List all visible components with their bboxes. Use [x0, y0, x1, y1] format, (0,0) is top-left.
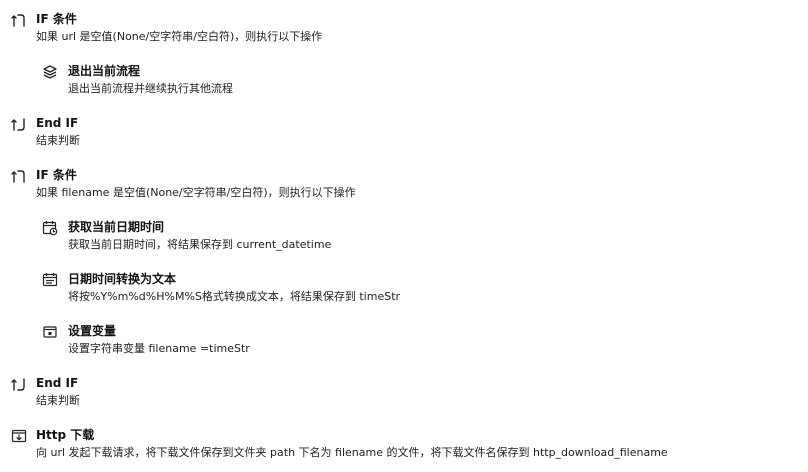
- variable-box-icon: [42, 324, 58, 340]
- step-title: End IF: [36, 376, 79, 390]
- layers-exit-icon: [42, 64, 58, 80]
- step-description: 获取当前日期时间，将结果保存到 current_datetime: [68, 238, 332, 251]
- step-title: IF 条件: [36, 168, 77, 182]
- step-description: 结束判断: [36, 394, 80, 407]
- download-icon: [11, 428, 27, 444]
- step-title: 设置变量: [68, 324, 117, 338]
- if-branch-icon: [11, 168, 27, 184]
- step-title: End IF: [36, 116, 79, 130]
- flow-step-end-if[interactable]: End IF 结束判断: [0, 374, 800, 418]
- step-description: 设置字符串变量 filename =timeStr: [68, 342, 250, 355]
- calendar-clock-icon: [42, 220, 58, 236]
- flow-step-if-filename[interactable]: IF 条件 如果 filename 是空值(None/空字符串/空白符)，则执行…: [0, 166, 800, 210]
- end-if-icon: [11, 116, 27, 132]
- step-title: IF 条件: [36, 12, 77, 26]
- step-title: Http 下载: [36, 428, 95, 442]
- flow-step-set-variable[interactable]: 设置变量 设置字符串变量 filename =timeStr: [0, 322, 800, 366]
- step-title: 日期时间转换为文本: [68, 272, 177, 286]
- step-description: 如果 filename 是空值(None/空字符串/空白符)，则执行以下操作: [36, 186, 356, 199]
- flow-step-datetime-to-text[interactable]: 日期时间转换为文本 将按%Y%m%d%H%M%S格式转换成文本，将结果保存到 t…: [0, 270, 800, 314]
- flow-step-http-download[interactable]: Http 下载 向 url 发起下载请求，将下载文件保存到文件夹 path 下名…: [0, 426, 800, 470]
- flow-step-get-datetime[interactable]: 获取当前日期时间 获取当前日期时间，将结果保存到 current_datetim…: [0, 218, 800, 262]
- step-description: 如果 url 是空值(None/空字符串/空白符)，则执行以下操作: [36, 30, 323, 43]
- step-description: 结束判断: [36, 134, 80, 147]
- step-title: 退出当前流程: [68, 64, 141, 78]
- flow-step-end-if[interactable]: End IF 结束判断: [0, 114, 800, 158]
- flow-step-if-url[interactable]: IF 条件 如果 url 是空值(None/空字符串/空白符)，则执行以下操作: [0, 10, 800, 54]
- step-description: 向 url 发起下载请求，将下载文件保存到文件夹 path 下名为 filena…: [36, 446, 668, 459]
- step-description: 将按%Y%m%d%H%M%S格式转换成文本，将结果保存到 timeStr: [68, 290, 401, 303]
- step-description: 退出当前流程并继续执行其他流程: [68, 82, 233, 95]
- end-if-icon: [11, 376, 27, 392]
- step-title: 获取当前日期时间: [68, 220, 165, 234]
- flow-step-exit-flow[interactable]: 退出当前流程 退出当前流程并继续执行其他流程: [0, 62, 800, 106]
- calendar-text-icon: [42, 272, 58, 288]
- if-branch-icon: [11, 12, 27, 28]
